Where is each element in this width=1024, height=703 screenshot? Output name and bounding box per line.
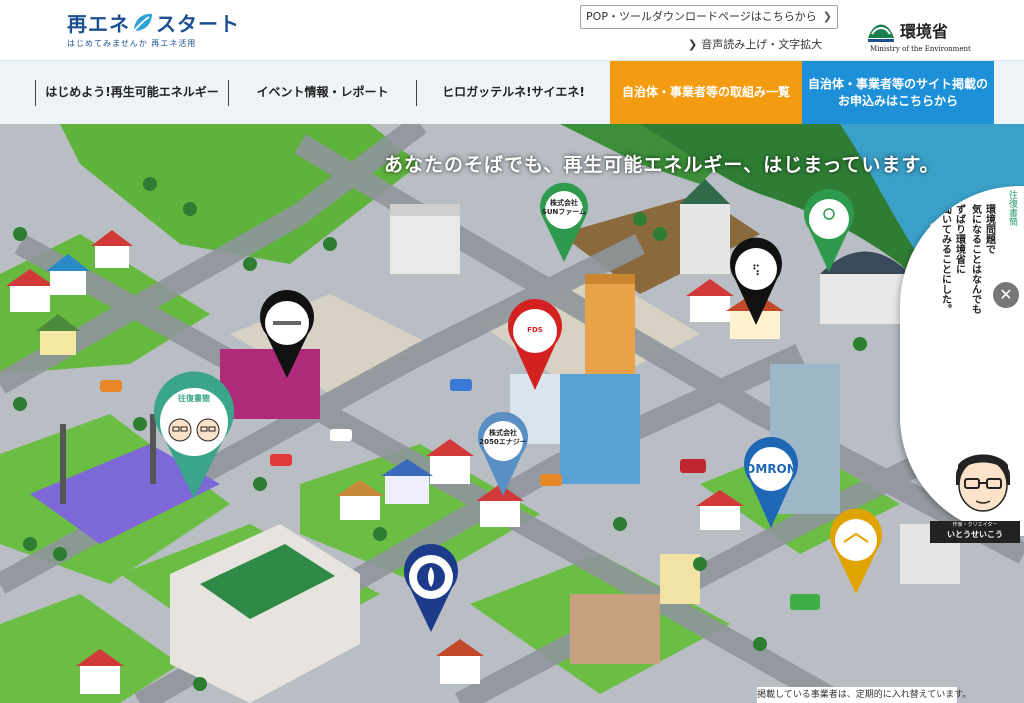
creator-portrait-icon	[956, 454, 1010, 512]
nav-item-intro[interactable]: はじめよう!再生可能エネルギー	[36, 61, 228, 125]
map-pin-shape	[508, 299, 562, 390]
main-nav: はじめよう!再生可能エネルギー イベント情報・レポート ヒロガッテルネ!サイエネ…	[0, 60, 1024, 125]
close-icon[interactable]: ✕	[993, 282, 1019, 308]
map-pin-hall[interactable]: ⢫	[728, 237, 784, 327]
map-pin-shape	[404, 544, 458, 632]
side-panel-line-2: 気になることはなんでも	[969, 204, 981, 314]
map-pin-omron[interactable]: OMRON	[742, 437, 800, 530]
side-panel-line-1: 環境問題で	[983, 204, 995, 254]
pin-label-line2: SUNファーム	[541, 208, 587, 216]
ministry-english: Ministry of the Environment	[870, 45, 971, 53]
site-header: 再エネ スタート はじめてみませんか 再エネ活用 POP・ツールダウンロードページ…	[0, 0, 1024, 60]
creator-name: いとうせいこう	[947, 530, 1003, 539]
pin-label-line1: 株式会社	[550, 199, 578, 207]
map-pin-green[interactable]	[802, 189, 856, 274]
nav-label: 自治体・事業者等のサイト掲載の お申込みはこちらから	[808, 76, 988, 111]
nav-item-saiene[interactable]: ヒロガッテルネ!サイエネ!	[417, 61, 610, 125]
pop-download-label: POP・ツールダウンロードページはこちらから	[586, 10, 817, 23]
logo-wordmark: 再エネ スタート	[67, 8, 240, 37]
map-pin-shape	[804, 189, 854, 272]
map-pin-shape	[260, 290, 314, 378]
pin-label-line1: 往復書簡	[178, 394, 210, 403]
pop-download-button[interactable]: POP・ツールダウンロードページはこちらから ❯	[580, 5, 838, 29]
logo-tagline: はじめてみませんか 再エネ活用	[67, 39, 197, 48]
nav-item-apply[interactable]: 自治体・事業者等のサイト掲載の お申込みはこちらから	[802, 61, 994, 125]
creator-role: 作家・クリエイター	[952, 522, 998, 528]
logo-leaf-icon	[133, 13, 152, 32]
map-pin-navy[interactable]	[402, 544, 460, 634]
chevron-right-icon: ❯	[688, 38, 698, 51]
map-pin-2050-energy[interactable]: 株式会社 2050エナジー	[476, 412, 530, 498]
logo-text-left: 再エネ	[67, 12, 130, 36]
nav-label-line1: 自治体・事業者等のサイト掲載の	[807, 76, 988, 91]
nav-label: イベント情報・レポート	[256, 85, 389, 100]
map-pin-shape	[744, 437, 798, 528]
accessibility-label: 音声読み上げ・文字拡大	[701, 38, 823, 51]
map-pin-shape	[540, 182, 588, 262]
ministry-emblem-icon	[868, 24, 894, 42]
pin-label-line2: 2050エナジー	[479, 438, 527, 446]
map-headline: あなたのそばでも、再生可能エネルギー、はじまっています。	[384, 154, 940, 176]
nav-label: はじめよう!再生可能エネルギー	[45, 85, 219, 100]
map-pin-shape	[478, 412, 528, 496]
nav-label: 自治体・事業者等の取組み一覧	[621, 85, 790, 100]
svg-text:⢫: ⢫	[752, 263, 761, 276]
pin-label-line1: OMRON	[745, 462, 797, 476]
pin-label-line1: 株式会社	[489, 429, 517, 437]
nav-item-initiatives[interactable]: 自治体・事業者等の取組み一覧	[610, 61, 802, 125]
map-pin-yellow[interactable]	[828, 508, 884, 596]
site-logo[interactable]: 再エネ スタート はじめてみませんか 再エネ活用	[67, 8, 239, 50]
nav-item-events[interactable]: イベント情報・レポート	[229, 61, 416, 125]
ministry-logo[interactable]: 環境省 Ministry of the Environment	[866, 16, 971, 56]
map-pin-shape	[830, 508, 882, 594]
nav-label-line2: お申込みはこちらから	[837, 94, 958, 108]
map-pin-fds[interactable]: FDS	[506, 299, 564, 392]
map-pin-sun-farm[interactable]: 株式会社 SUNファーム	[538, 182, 590, 264]
map-pin-letters[interactable]: 往復書簡	[152, 371, 236, 500]
accessibility-link[interactable]: ❯ 音声読み上げ・文字拡大	[688, 36, 822, 52]
town-map: あなたのそばでも、再生可能エネルギー、はじまっています。 株式会社 SUNファー…	[0, 124, 1024, 703]
side-panel-line-3: ずばり環境省に	[953, 204, 965, 274]
map-pin-shape: ⢫	[730, 237, 782, 325]
nav-label: ヒロガッテルネ!サイエネ!	[442, 85, 585, 100]
side-panel-line-4: 聞いてみることにした。	[939, 204, 951, 314]
pin-label-line1: FDS	[527, 326, 543, 334]
map-pin-black[interactable]	[258, 290, 316, 380]
side-panel-tag: 往復書簡	[1007, 190, 1017, 226]
ministry-name: 環境省	[900, 22, 949, 41]
chevron-right-icon: ❯	[822, 10, 832, 23]
logo-text-right: スタート	[156, 12, 240, 36]
rotation-notice: 掲載している事業者は、定期的に入れ替えています。	[757, 687, 971, 703]
creator-badge: 作家・クリエイター いとうせいこう	[930, 521, 1020, 543]
